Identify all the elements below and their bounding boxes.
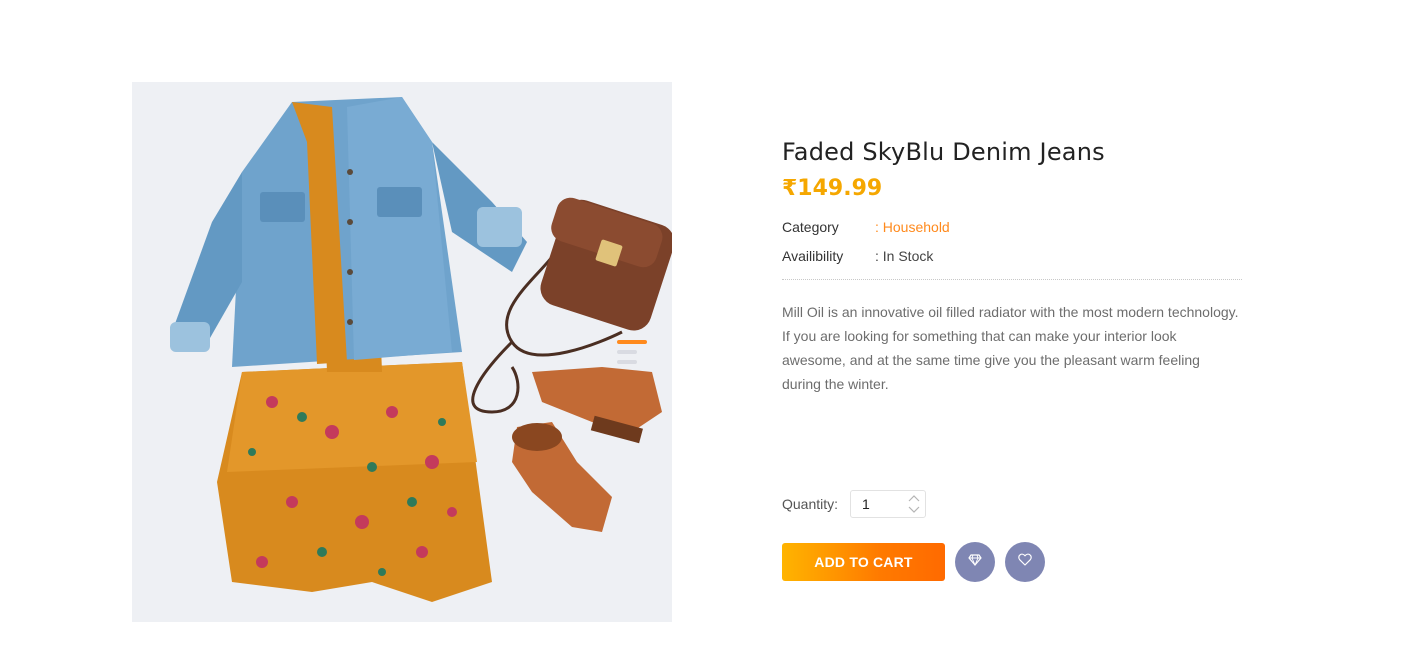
add-to-cart-button[interactable]: ADD TO CART	[782, 543, 945, 581]
product-details: Faded SkyBlu Denim Jeans ₹149.99 Categor…	[782, 138, 1242, 582]
quantity-input[interactable]: 1	[851, 496, 870, 512]
compare-button[interactable]	[955, 542, 995, 582]
availability-label: Availibility	[782, 248, 844, 264]
product-price: ₹149.99	[782, 176, 883, 201]
stepper-controls	[907, 492, 921, 516]
diamond-icon	[968, 553, 982, 571]
availability-row: Availibility : In Stock	[782, 248, 1242, 277]
product-photo	[132, 82, 672, 622]
category-link[interactable]: : Household	[875, 219, 950, 235]
product-title: Faded SkyBlu Denim Jeans	[782, 138, 1105, 166]
product-description: Mill Oil is an innovative oil filled rad…	[782, 304, 1239, 392]
product-meta: Category : Household Availibility : In S…	[782, 219, 1242, 277]
chevron-up-icon[interactable]	[907, 492, 921, 504]
category-label: Category	[782, 219, 839, 235]
product-image	[132, 82, 672, 622]
category-row: Category : Household	[782, 219, 1242, 248]
heart-icon	[1018, 553, 1032, 571]
quantity-stepper[interactable]: 1	[850, 490, 926, 518]
wishlist-button[interactable]	[1005, 542, 1045, 582]
availability-value: : In Stock	[875, 248, 934, 264]
chevron-down-icon[interactable]	[907, 504, 921, 516]
quantity-row: Quantity: 1	[782, 490, 926, 518]
product-actions: ADD TO CART	[782, 542, 1045, 582]
quantity-label: Quantity:	[782, 496, 839, 512]
divider	[782, 279, 1242, 280]
